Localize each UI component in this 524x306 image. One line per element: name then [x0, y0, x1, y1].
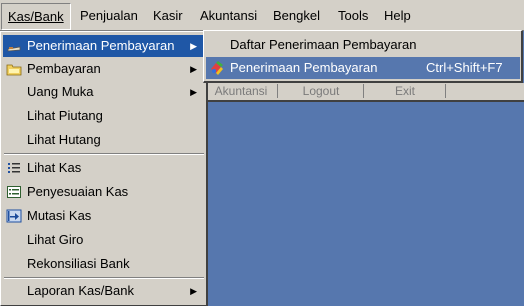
menu-item-label: Mutasi Kas — [27, 208, 92, 223]
menu-item-label: Penerimaan Pembayaran — [27, 38, 175, 53]
menu-label: Akuntansi — [200, 8, 258, 23]
menu-item-lihat-kas[interactable]: Lihat Kas — [3, 157, 205, 179]
menu-bar: Kas/Bank Penjualan Kasir Akuntansi Bengk… — [0, 0, 524, 31]
menu-item-lihat-hutang[interactable]: Lihat Hutang — [3, 129, 205, 151]
submenu-item-label: Daftar Penerimaan Pembayaran — [230, 37, 417, 52]
submenu-arrow-icon: ▶ — [190, 64, 197, 74]
transfer-icon — [6, 208, 22, 224]
menu-item-label: Penyesuaian Kas — [27, 184, 129, 199]
menu-label: Kas/Bank — [8, 9, 64, 24]
menu-item-label: Lihat Kas — [27, 160, 82, 175]
penerimaan-pembayaran-submenu: Daftar Penerimaan Pembayaran Penerimaan … — [203, 30, 523, 83]
menu-bengkel[interactable]: Bengkel — [267, 0, 326, 31]
menu-item-label: Lihat Piutang — [27, 108, 103, 123]
menu-label: Help — [384, 8, 411, 23]
menu-separator — [4, 277, 204, 279]
menu-tools[interactable]: Tools — [332, 0, 374, 31]
menu-item-laporan-kas-bank[interactable]: Laporan Kas/Bank ▶ — [3, 280, 205, 302]
menu-item-penerimaan-pembayaran[interactable]: Penerimaan Pembayaran ▶ — [3, 35, 205, 57]
menu-kasir[interactable]: Kasir — [147, 0, 189, 31]
menu-item-label: Rekonsiliasi Bank — [27, 256, 130, 271]
menu-akuntansi[interactable]: Akuntansi — [194, 0, 263, 31]
toolbar-separator — [445, 84, 446, 98]
submenu-item-label: Penerimaan Pembayaran — [230, 60, 378, 75]
menu-label: Bengkel — [273, 8, 320, 23]
submenu-item-shortcut: Ctrl+Shift+F7 — [426, 60, 503, 75]
menu-item-label: Lihat Giro — [27, 232, 84, 247]
payment-icon — [209, 60, 225, 76]
toolbar-separator — [363, 84, 364, 98]
toolbar-logout-button[interactable]: Logout — [279, 84, 363, 98]
menu-label: Tools — [338, 8, 369, 23]
menu-item-lihat-piutang[interactable]: Lihat Piutang — [3, 105, 205, 127]
toolbar-akuntansi-button[interactable]: Akuntansi — [207, 84, 275, 98]
menu-separator — [4, 153, 204, 155]
submenu-arrow-icon: ▶ — [190, 41, 197, 51]
folder-icon — [6, 61, 22, 77]
submenu-item-daftar-penerimaan-pembayaran[interactable]: Daftar Penerimaan Pembayaran — [206, 34, 520, 56]
menu-label: Penjualan — [80, 8, 138, 23]
menu-item-rekonsiliasi-bank[interactable]: Rekonsiliasi Bank — [3, 253, 205, 275]
menu-item-pembayaran[interactable]: Pembayaran ▶ — [3, 58, 205, 80]
menu-item-label: Uang Muka — [27, 84, 94, 99]
menu-kas-bank[interactable]: Kas/Bank — [1, 3, 71, 30]
menu-item-lihat-giro[interactable]: Lihat Giro — [3, 229, 205, 251]
menu-label: Kasir — [153, 8, 183, 23]
menu-item-uang-muka[interactable]: Uang Muka ▶ — [3, 81, 205, 103]
submenu-arrow-icon: ▶ — [190, 87, 197, 97]
toolbar-separator — [277, 84, 278, 98]
toolbar-exit-button[interactable]: Exit — [365, 84, 445, 98]
menu-item-mutasi-kas[interactable]: Mutasi Kas — [3, 205, 205, 227]
menu-penjualan[interactable]: Penjualan — [74, 0, 144, 31]
menu-help[interactable]: Help — [378, 0, 417, 31]
menu-item-label: Pembayaran — [27, 61, 101, 76]
submenu-item-penerimaan-pembayaran[interactable]: Penerimaan Pembayaran Ctrl+Shift+F7 — [206, 57, 520, 79]
toolbar: Akuntansi Logout Exit — [205, 83, 524, 102]
menu-item-penyesuaian-kas[interactable]: Penyesuaian Kas — [3, 181, 205, 203]
receipt-icon — [6, 38, 22, 54]
menu-item-label: Laporan Kas/Bank — [27, 283, 134, 298]
ledger-icon — [6, 184, 22, 200]
kas-bank-dropdown: Penerimaan Pembayaran ▶ Pembayaran ▶ Uan… — [0, 31, 208, 306]
menu-item-label: Lihat Hutang — [27, 132, 101, 147]
submenu-arrow-icon: ▶ — [190, 286, 197, 296]
list-icon — [6, 160, 22, 176]
